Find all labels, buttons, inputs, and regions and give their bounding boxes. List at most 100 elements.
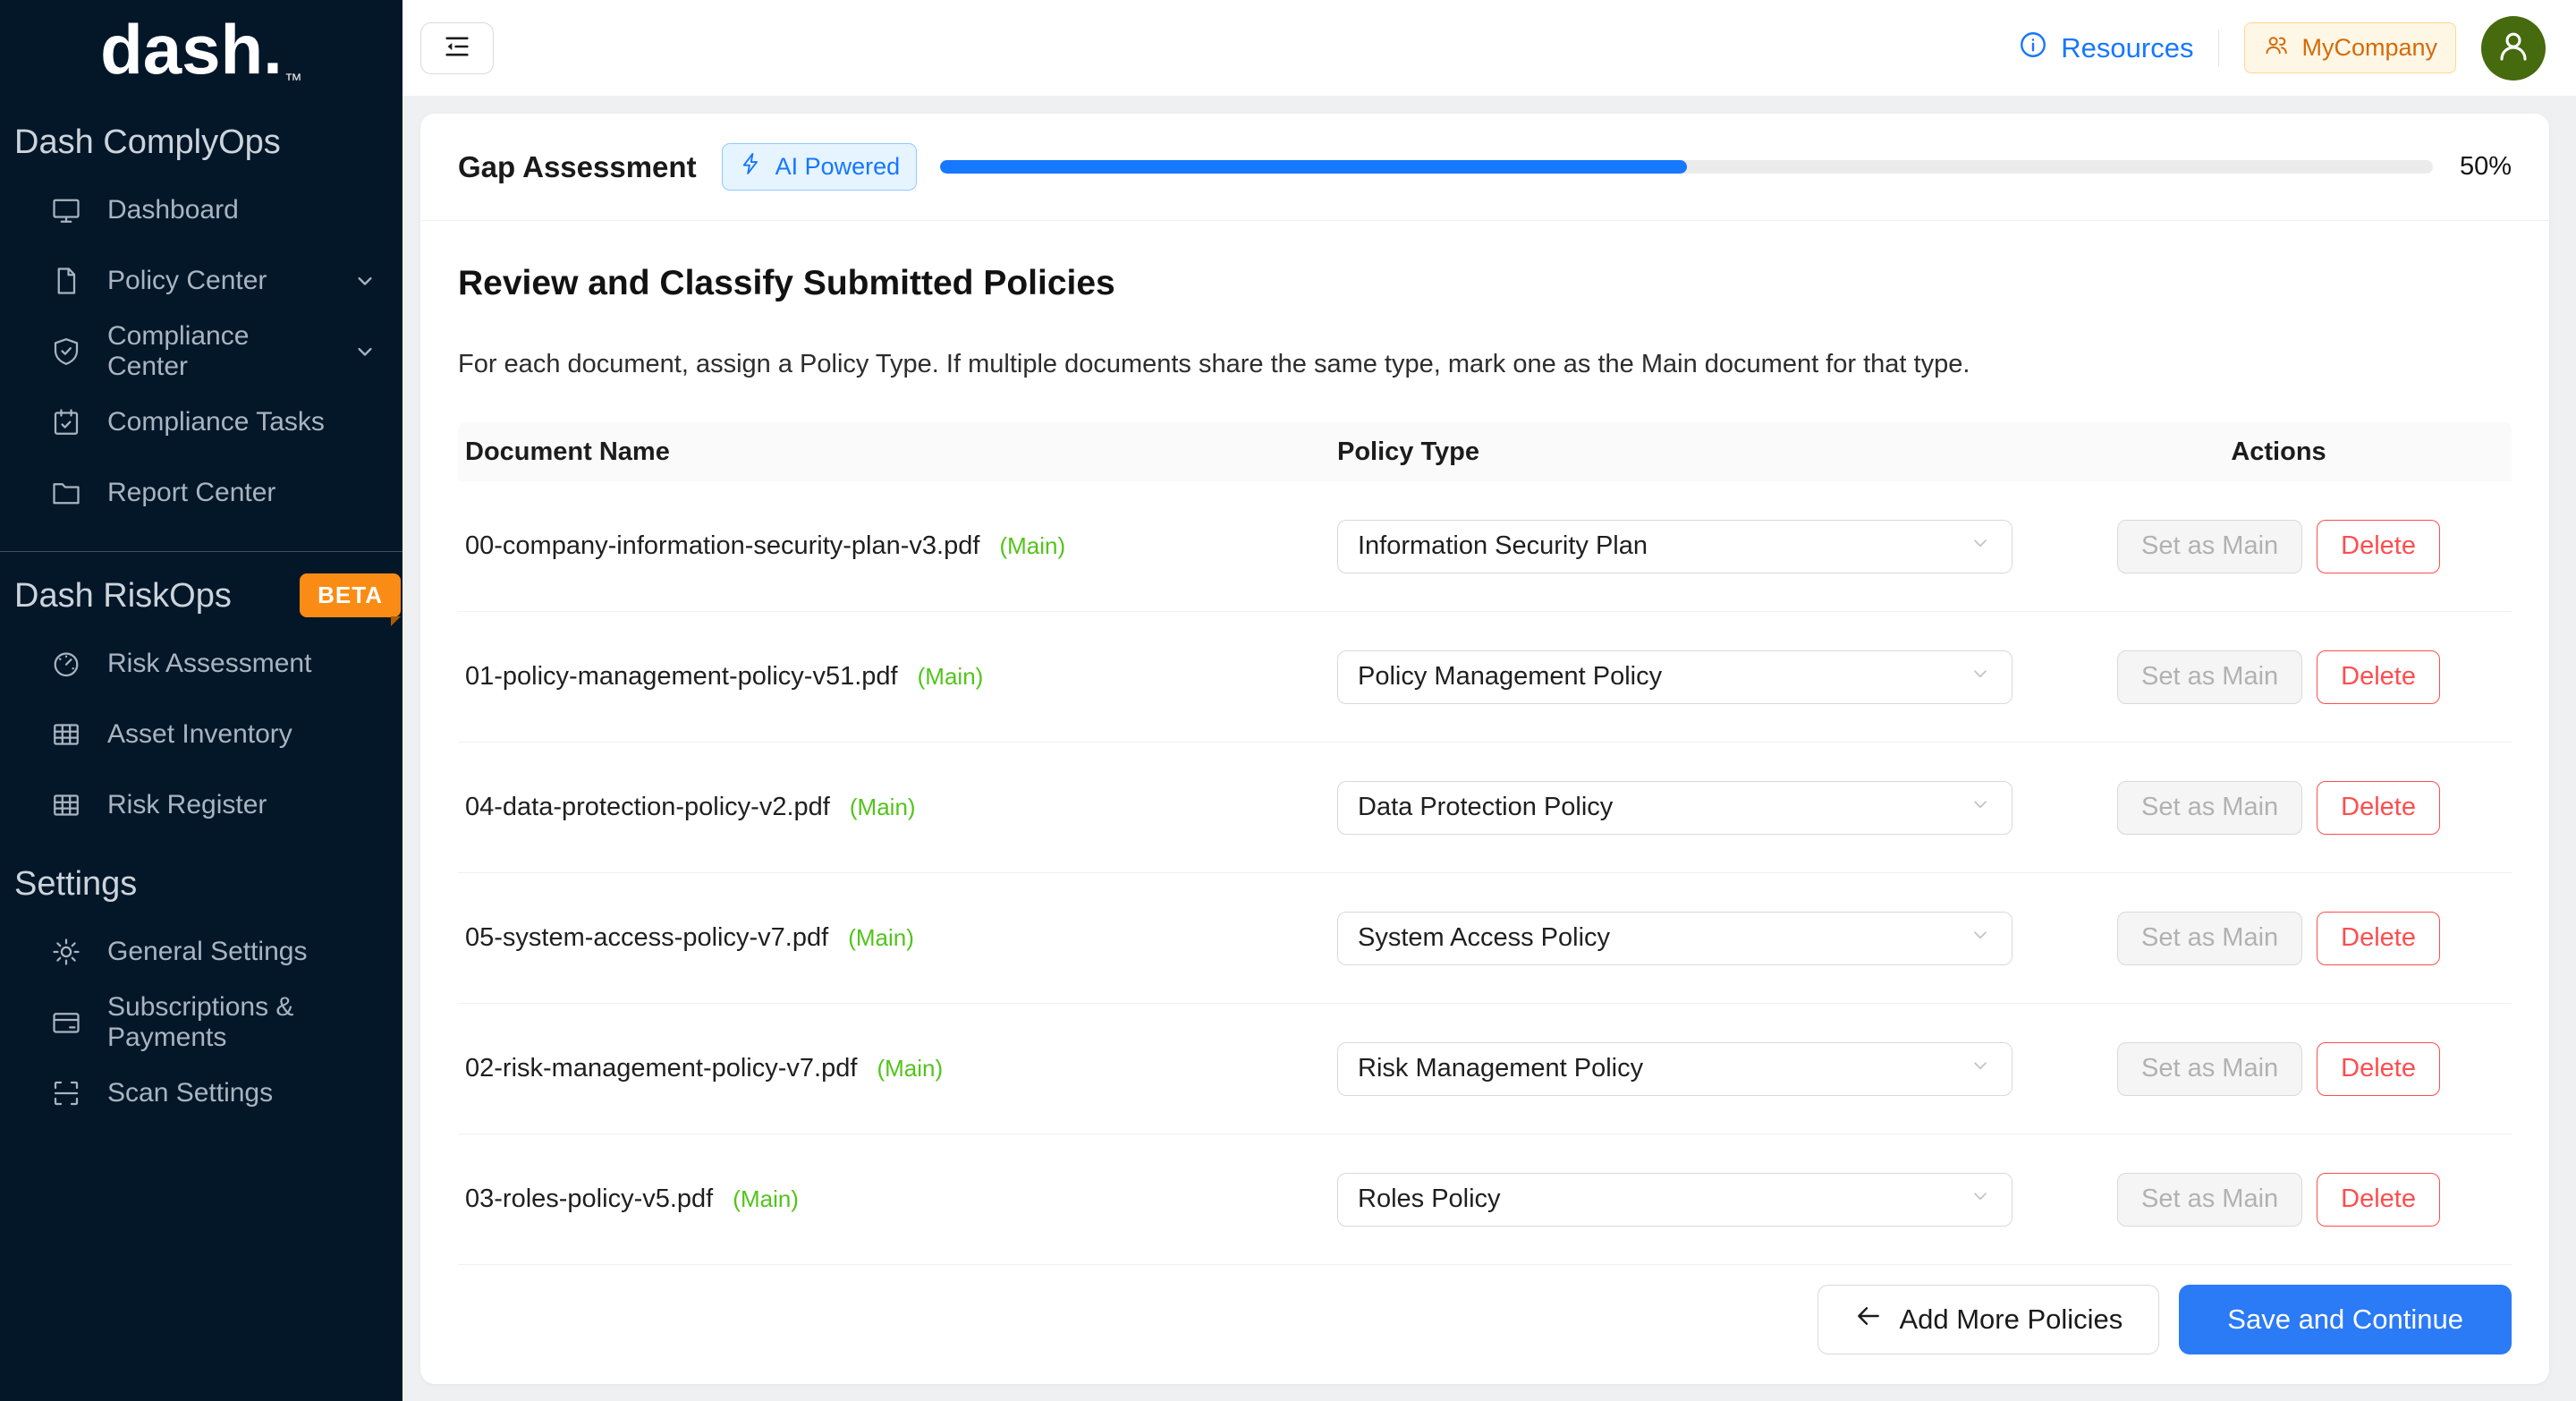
page-title: Gap Assessment xyxy=(458,150,697,184)
company-tag[interactable]: MyCompany xyxy=(2244,22,2456,73)
set-as-main-button[interactable]: Set as Main xyxy=(2117,650,2302,704)
progress-bar xyxy=(940,160,2433,174)
card-body: Review and Classify Submitted Policies F… xyxy=(420,221,2549,1384)
progress-fill xyxy=(940,160,1686,174)
monitor-icon xyxy=(50,194,82,226)
column-header-policy-type: Policy Type xyxy=(1337,437,2053,467)
sidebar-collapse-button[interactable] xyxy=(420,22,494,74)
policy-type-value: Risk Management Policy xyxy=(1358,1054,1643,1083)
sidebar-item-label: Compliance Tasks xyxy=(107,407,325,437)
document-name: 03-roles-policy-v5.pdf xyxy=(465,1184,713,1213)
document-cell: 00-company-information-security-plan-v3.… xyxy=(465,531,1337,561)
table-row: 02-risk-management-policy-v7.pdf (Main) … xyxy=(458,1004,2512,1134)
policy-type-cell: Policy Management Policy xyxy=(1337,650,2053,704)
main-tag: (Main) xyxy=(918,663,984,690)
add-more-policies-button[interactable]: Add More Policies xyxy=(1818,1285,2159,1354)
policy-type-value: Information Security Plan xyxy=(1358,531,1648,561)
sidebar-item-label: Dashboard xyxy=(107,195,239,225)
sidebar-item-risk-assessment[interactable]: Risk Assessment xyxy=(0,628,402,699)
set-as-main-button[interactable]: Set as Main xyxy=(2117,1173,2302,1227)
delete-button[interactable]: Delete xyxy=(2317,520,2440,573)
topbar: Resources MyCompany xyxy=(402,0,2576,96)
document-cell: 02-risk-management-policy-v7.pdf (Main) xyxy=(465,1054,1337,1083)
policy-type-select[interactable]: Data Protection Policy xyxy=(1337,781,2012,835)
set-as-main-button[interactable]: Set as Main xyxy=(2117,781,2302,835)
beta-badge: BETA xyxy=(300,573,401,617)
sidebar-item-compliance-tasks[interactable]: Compliance Tasks xyxy=(0,386,402,457)
main-column: Resources MyCompany G xyxy=(402,0,2576,1401)
progress-percent: 50% xyxy=(2460,152,2512,182)
actions-cell: Set as Main Delete xyxy=(2053,781,2504,835)
delete-button[interactable]: Delete xyxy=(2317,912,2440,965)
set-as-main-button[interactable]: Set as Main xyxy=(2117,912,2302,965)
sidebar-item-dashboard[interactable]: Dashboard xyxy=(0,174,402,245)
table-row: 05-system-access-policy-v7.pdf (Main) Sy… xyxy=(458,873,2512,1004)
actions-cell: Set as Main Delete xyxy=(2053,1173,2504,1227)
resources-link[interactable]: Resources xyxy=(2018,30,2193,67)
chevron-down-icon xyxy=(1969,1054,1992,1084)
set-as-main-button[interactable]: Set as Main xyxy=(2117,1042,2302,1096)
thunderbolt-icon xyxy=(739,151,764,183)
sidebar-item-report-center[interactable]: Report Center xyxy=(0,457,402,528)
main-tag: (Main) xyxy=(733,1185,799,1212)
delete-button[interactable]: Delete xyxy=(2317,781,2440,835)
avatar[interactable] xyxy=(2481,16,2546,81)
content-area: Gap Assessment AI Powered 50% Review and… xyxy=(402,96,2576,1401)
delete-button[interactable]: Delete xyxy=(2317,1173,2440,1227)
document-name: 01-policy-management-policy-v51.pdf xyxy=(465,662,898,691)
topbar-divider xyxy=(2218,30,2219,67)
policy-type-cell: Data Protection Policy xyxy=(1337,781,2053,835)
actions-cell: Set as Main Delete xyxy=(2053,520,2504,573)
calendar-check-icon xyxy=(50,406,82,438)
set-as-main-button[interactable]: Set as Main xyxy=(2117,520,2302,573)
document-name: 05-system-access-policy-v7.pdf xyxy=(465,923,828,952)
policy-type-select[interactable]: System Access Policy xyxy=(1337,912,2012,965)
save-and-continue-button[interactable]: Save and Continue xyxy=(2179,1285,2512,1354)
company-name: MyCompany xyxy=(2301,34,2437,62)
actions-cell: Set as Main Delete xyxy=(2053,1042,2504,1096)
main-tag: (Main) xyxy=(877,1055,943,1082)
sidebar-item-scan-settings[interactable]: Scan Settings xyxy=(0,1057,402,1128)
actions-cell: Set as Main Delete xyxy=(2053,650,2504,704)
delete-button[interactable]: Delete xyxy=(2317,650,2440,704)
resources-label: Resources xyxy=(2061,32,2193,64)
sidebar-item-label: Risk Assessment xyxy=(107,649,311,679)
sidebar-item-policy-center[interactable]: Policy Center xyxy=(0,245,402,316)
gap-assessment-card: Gap Assessment AI Powered 50% Review and… xyxy=(420,114,2549,1384)
chevron-down-icon xyxy=(1969,531,1992,562)
sidebar-item-label: Subscriptions & Payments xyxy=(107,992,377,1053)
policy-type-select[interactable]: Information Security Plan xyxy=(1337,520,2012,573)
sidebar-item-risk-register[interactable]: Risk Register xyxy=(0,769,402,840)
policy-type-value: Data Protection Policy xyxy=(1358,793,1613,822)
chevron-down-icon xyxy=(352,339,377,364)
dash-logo[interactable]: dash.™ xyxy=(0,0,402,98)
document-name: 02-risk-management-policy-v7.pdf xyxy=(465,1054,857,1083)
table-footer: Add More Policies Save and Continue xyxy=(458,1285,2512,1380)
sidebar-item-general-settings[interactable]: General Settings xyxy=(0,916,402,987)
sidebar-item-subscriptions[interactable]: Subscriptions & Payments xyxy=(0,987,402,1057)
policy-type-select[interactable]: Policy Management Policy xyxy=(1337,650,2012,704)
sidebar: dash.™ Dash ComplyOps Dashboard Policy C… xyxy=(0,0,402,1401)
section-heading: Review and Classify Submitted Policies xyxy=(458,264,2512,303)
sidebar-item-compliance-center[interactable]: Compliance Center xyxy=(0,316,402,386)
sidebar-item-asset-inventory[interactable]: Asset Inventory xyxy=(0,699,402,769)
policy-type-select[interactable]: Roles Policy xyxy=(1337,1173,2012,1227)
table-row: 00-company-information-security-plan-v3.… xyxy=(458,481,2512,612)
policy-type-value: System Access Policy xyxy=(1358,923,1610,953)
table-icon xyxy=(50,718,82,751)
section-settings: Settings xyxy=(0,865,402,904)
menu-fold-icon xyxy=(442,31,472,64)
column-header-document: Document Name xyxy=(465,437,1337,467)
policy-type-cell: Roles Policy xyxy=(1337,1173,2053,1227)
table-icon xyxy=(50,789,82,821)
safety-certificate-icon xyxy=(50,335,82,368)
sidebar-item-label: Report Center xyxy=(107,478,275,508)
section-description: For each document, assign a Policy Type.… xyxy=(458,350,2512,379)
chevron-down-icon xyxy=(1969,923,1992,954)
delete-button[interactable]: Delete xyxy=(2317,1042,2440,1096)
policy-type-select[interactable]: Risk Management Policy xyxy=(1337,1042,2012,1096)
app-root: dash.™ Dash ComplyOps Dashboard Policy C… xyxy=(0,0,2576,1401)
policy-type-cell: Risk Management Policy xyxy=(1337,1042,2053,1096)
user-icon xyxy=(2494,26,2533,70)
document-cell: 03-roles-policy-v5.pdf (Main) xyxy=(465,1184,1337,1214)
